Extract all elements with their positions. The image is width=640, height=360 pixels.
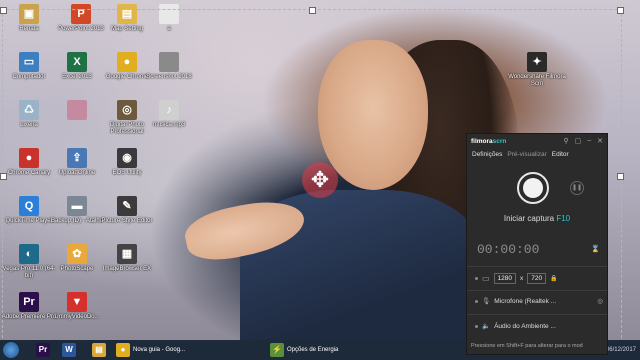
tab-editor[interactable]: Editor [552, 151, 569, 158]
resize-handle-l[interactable] [0, 173, 7, 180]
microphone-icon: 🎙 [482, 298, 491, 305]
filmora-scrn-panel: filmorascrn ⚲ ▢ – ✕ Definições Pré-visua… [466, 133, 608, 355]
close-icon[interactable]: ✕ [597, 137, 603, 145]
minimize-icon[interactable]: – [587, 137, 591, 145]
speaker-icon: 🔈 [482, 323, 491, 330]
power-options-icon[interactable]: ⚡ [270, 343, 284, 357]
chrome-icon[interactable]: ● [116, 343, 130, 357]
folder-icon[interactable]: ▤ [92, 343, 106, 357]
taskbar-item-label[interactable]: Nova guia - Goog... [133, 342, 253, 358]
start-button[interactable] [3, 342, 19, 358]
resolution-width-input[interactable]: 1280 [493, 272, 517, 284]
bullet-icon [475, 276, 478, 280]
panel-header: filmorascrn ⚲ ▢ – ✕ [467, 134, 607, 148]
lock-icon[interactable]: 🔒 [550, 275, 557, 282]
taskbar-date: 06/12/2017 [605, 347, 636, 353]
eye-off-icon[interactable]: ◎ [597, 297, 603, 305]
bullet-icon [475, 299, 478, 303]
resize-handle-t[interactable] [309, 7, 316, 14]
premiere-icon[interactable]: Pr [36, 343, 50, 357]
resolution-height-input[interactable]: 720 [527, 272, 547, 284]
record-button[interactable] [517, 172, 549, 204]
move-region-icon[interactable]: ✥ [302, 162, 338, 198]
resize-handle-r[interactable] [617, 173, 624, 180]
taskbar-item-label[interactable]: Opções de Energia [287, 342, 387, 358]
resolution-separator: x [520, 274, 524, 282]
maximize-icon[interactable]: ▢ [575, 137, 582, 145]
microphone-row[interactable]: 🎙 Microfone (Realtek ... ◎ [475, 295, 603, 307]
bullet-icon [475, 324, 478, 328]
microphone-label: Microfone (Realtek ... [494, 297, 557, 305]
screen-icon: ▭ [482, 273, 490, 283]
filmora-logo: filmorascrn [471, 137, 507, 145]
system-audio-label: Áudio do Ambiente ... [494, 322, 556, 330]
record-timer: 00:00:00 [477, 242, 540, 257]
divider [467, 266, 607, 267]
shortcut-hint: Pressione em Shift+F para alterar para o… [471, 343, 583, 349]
pause-button[interactable]: ❚❚ [570, 181, 584, 195]
divider [467, 314, 607, 315]
system-audio-row[interactable]: 🔈 Áudio do Ambiente ... [475, 320, 603, 332]
tab-definicoes[interactable]: Definições [472, 151, 502, 158]
divider [467, 290, 607, 291]
tab-pre-visualizar[interactable]: Pré-visualizar [507, 151, 546, 158]
resolution-row: ▭ 1280 x 720 🔒 [475, 272, 603, 284]
timer-settings-icon[interactable]: ⌛ [591, 245, 600, 253]
capture-label: Iniciar captura F10 [503, 214, 571, 223]
pin-icon[interactable]: ⚲ [563, 137, 568, 145]
panel-tabs: Definições Pré-visualizar Editor [467, 148, 607, 160]
word-icon[interactable]: W [62, 343, 76, 357]
resize-handle-tl[interactable] [0, 7, 7, 14]
resize-handle-tr[interactable] [617, 7, 624, 14]
